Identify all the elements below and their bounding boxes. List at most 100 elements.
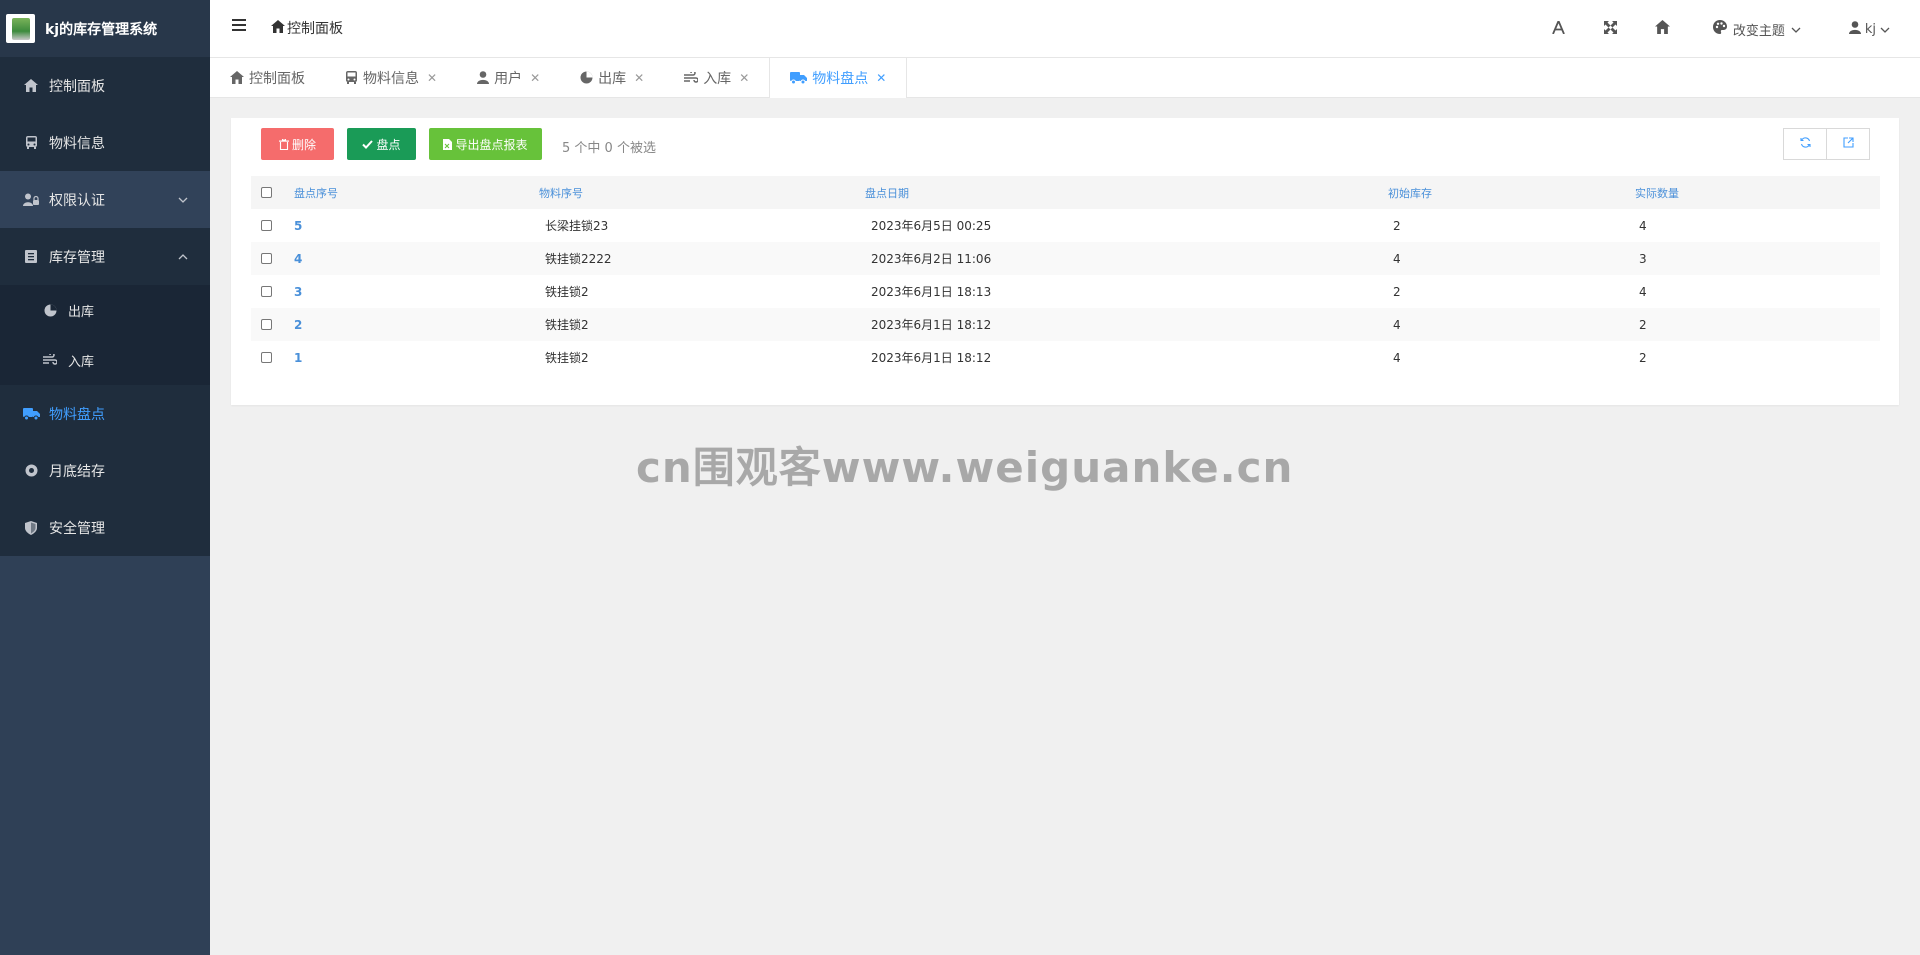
table-row: 5 长梁挂锁23 2023年6月5日 00:25 2 4 (251, 209, 1880, 242)
row-id-link[interactable]: 2 (289, 308, 539, 341)
sidebar-item-materials[interactable]: 物料信息 (0, 114, 210, 171)
column-header-material[interactable]: 物料序号 (539, 176, 865, 209)
close-icon[interactable]: ✕ (427, 71, 437, 85)
delete-button[interactable]: 删除 (261, 128, 334, 160)
sidebar-item-label: 出库 (68, 304, 95, 320)
breadcrumb[interactable]: 控制面板 (271, 18, 343, 38)
row-checkbox[interactable] (261, 351, 272, 363)
row-actual-qty: 4 (1639, 284, 1647, 299)
close-icon[interactable]: ✕ (634, 71, 644, 85)
app-title: kj的库存管理系统 (45, 21, 158, 38)
row-id-link[interactable]: 5 (289, 209, 539, 242)
file-excel-icon (443, 138, 453, 150)
top-header: 控制面板 改变主题 kj (210, 0, 1920, 58)
column-header-id[interactable]: 盘点序号 (289, 176, 539, 209)
close-icon[interactable]: ✕ (876, 71, 886, 85)
sidebar-item-auth[interactable]: 权限认证 (0, 171, 210, 228)
sidebar-item-label: 安全管理 (49, 520, 105, 537)
row-checkbox[interactable] (261, 252, 272, 264)
menu-toggle-icon[interactable] (232, 19, 246, 33)
select-all-checkbox[interactable] (261, 186, 272, 198)
user-icon (477, 71, 490, 84)
sidebar-item-inbound[interactable]: 入库 (0, 335, 210, 385)
sidebar-item-security[interactable]: 安全管理 (0, 499, 210, 556)
export-icon (1842, 136, 1854, 152)
tab-inbound[interactable]: 入库 ✕ (664, 58, 769, 97)
sidebar-item-month-end[interactable]: 月底结存 (0, 442, 210, 499)
tab-outbound[interactable]: 出库 ✕ (560, 58, 664, 97)
row-date: 2023年6月2日 11:06 (871, 252, 992, 266)
brand[interactable]: kj的库存管理系统 (0, 0, 210, 57)
sidebar-item-inventory[interactable]: 库存管理 (0, 228, 210, 285)
delete-label: 删除 (291, 137, 316, 152)
select-all-cell (251, 176, 289, 209)
sidebar-item-label: 库存管理 (49, 249, 105, 266)
logo (6, 14, 35, 43)
export-table-button[interactable] (1826, 128, 1870, 160)
row-initial-stock: 4 (1393, 350, 1401, 365)
fullscreen-button[interactable] (1585, 0, 1637, 58)
stocktake-panel: 删除 盘点 导出盘点报表 5 个中 0 个被选 盘点序号 物料序号 盘点日期 初… (231, 118, 1899, 405)
row-material: 长梁挂锁23 (545, 219, 609, 233)
bus-icon (22, 134, 40, 152)
home-icon (1655, 20, 1671, 38)
font-size-button[interactable] (1533, 0, 1585, 58)
row-actual-qty: 4 (1639, 218, 1647, 233)
export-label: 导出盘点报表 (455, 137, 528, 152)
row-checkbox[interactable] (261, 219, 272, 231)
home-icon (22, 77, 40, 95)
change-theme-dropdown[interactable]: 改变主题 (1689, 20, 1839, 39)
user-lock-icon (22, 191, 40, 209)
stocktake-button[interactable]: 盘点 (347, 128, 416, 160)
export-report-button[interactable]: 导出盘点报表 (429, 128, 542, 160)
font-icon (1552, 18, 1566, 38)
tab-users[interactable]: 用户 ✕ (457, 58, 560, 97)
row-material: 铁挂锁2 (545, 351, 589, 365)
truck-icon (22, 405, 40, 423)
tab-label: 出库 (598, 70, 627, 87)
close-icon[interactable]: ✕ (739, 71, 749, 85)
header-tools: 改变主题 kj (1533, 0, 1920, 58)
sidebar-item-stocktake[interactable]: 物料盘点 (0, 385, 210, 442)
column-header-date[interactable]: 盘点日期 (865, 176, 1388, 209)
column-header-initial[interactable]: 初始库存 (1388, 176, 1635, 209)
row-checkbox[interactable] (261, 285, 272, 297)
row-id-link[interactable]: 4 (289, 242, 539, 275)
stocktake-label: 盘点 (376, 137, 401, 152)
refresh-icon (1799, 136, 1811, 152)
wind-icon (42, 352, 58, 368)
row-initial-stock: 2 (1393, 218, 1401, 233)
sidebar: kj的库存管理系统 控制面板 物料信息 权限认证 库存管理 出库 入库 物料盘点… (0, 0, 210, 955)
home-button[interactable] (1637, 0, 1689, 58)
row-initial-stock: 4 (1393, 317, 1401, 332)
row-checkbox[interactable] (261, 318, 272, 330)
palette-icon (1712, 20, 1727, 38)
tab-stocktake[interactable]: 物料盘点 ✕ (769, 58, 908, 98)
wind-icon (684, 71, 699, 84)
close-icon[interactable]: ✕ (530, 71, 540, 85)
row-id-link[interactable]: 1 (289, 341, 539, 374)
table-row: 2 铁挂锁2 2023年6月1日 18:12 4 2 (251, 308, 1880, 341)
expand-icon (1604, 20, 1618, 38)
dot-circle-icon (22, 462, 40, 480)
row-date: 2023年6月1日 18:13 (871, 285, 992, 299)
column-header-actual[interactable]: 实际数量 (1635, 176, 1880, 209)
bus-icon (345, 71, 358, 84)
table-row: 3 铁挂锁2 2023年6月1日 18:13 2 4 (251, 275, 1880, 308)
chart-pie-icon (42, 302, 58, 318)
tab-dashboard[interactable]: 控制面板 (210, 58, 325, 97)
refresh-button[interactable] (1783, 128, 1827, 160)
row-id-link[interactable]: 3 (289, 275, 539, 308)
sidebar-item-dashboard[interactable]: 控制面板 (0, 57, 210, 114)
user-dropdown[interactable]: kj (1839, 20, 1920, 38)
sidebar-item-label: 物料信息 (49, 135, 105, 152)
user-icon (1848, 20, 1861, 38)
chevron-down-icon (1880, 22, 1890, 37)
trash-icon (278, 138, 289, 150)
sidebar-item-label: 入库 (68, 354, 95, 370)
truck-icon (790, 72, 808, 84)
table-row: 4 铁挂锁2222 2023年6月2日 11:06 4 3 (251, 242, 1880, 275)
sidebar-item-outbound[interactable]: 出库 (0, 285, 210, 335)
sidebar-item-label: 控制面板 (49, 78, 105, 95)
tab-materials[interactable]: 物料信息 ✕ (325, 58, 457, 97)
